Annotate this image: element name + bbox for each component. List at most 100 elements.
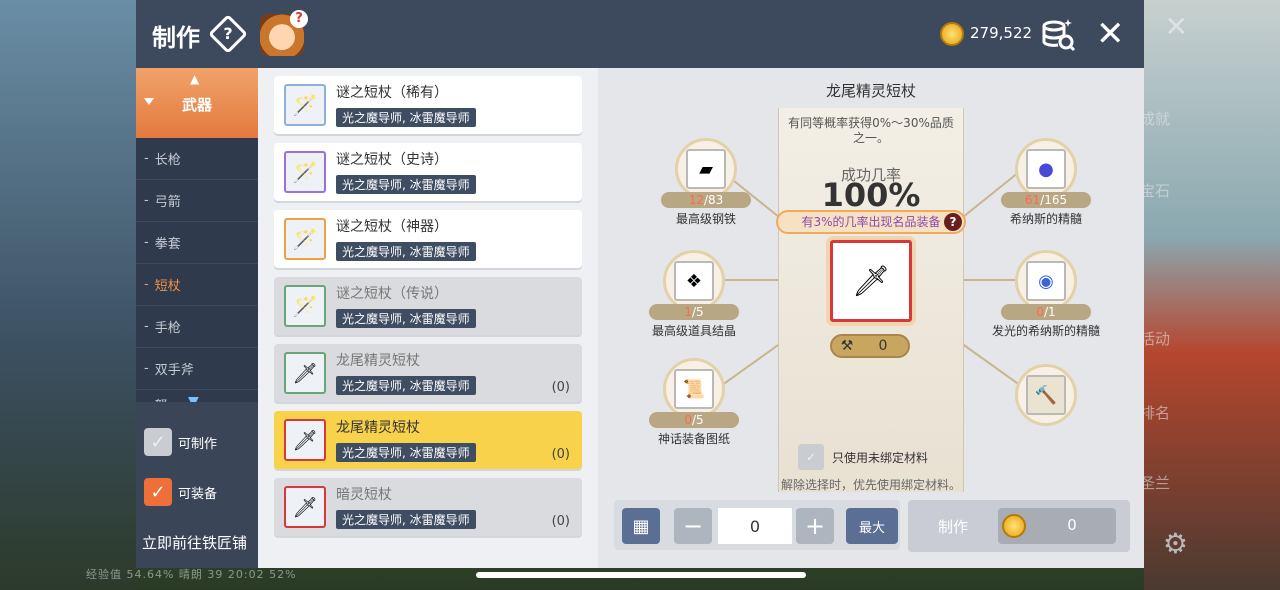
recipe-row-selected[interactable]: 🗡 龙尾精灵短杖 光之魔导师, 冰雷魔导师 (0) <box>274 411 582 469</box>
recipe-name: 龙尾精灵短杖 <box>336 420 420 436</box>
calculator-icon[interactable]: ▦ <box>622 508 660 544</box>
dragon-tail-wand-icon: 🗡 <box>284 419 326 461</box>
dragon-tail-wand-icon: 🗡 <box>284 352 326 394</box>
material-have: 0 <box>684 413 692 427</box>
probability-note: 有同等概率获得0%～30%品质之一。 <box>788 116 954 145</box>
category-sidebar: ▲ 武器 -长枪 -弓箭 -拳套 -短杖 -手枪 -双手斧 -弩 ▼ ✓ 可制作… <box>136 68 258 568</box>
material-have: 12 <box>688 193 704 207</box>
unbound-note: 解除选择时，优先使用绑定材料。 <box>780 478 961 492</box>
mystery-wand-icon: 🪄 <box>284 84 326 126</box>
expand-triangle-icon <box>144 98 154 105</box>
material-name: 神话装备图纸 <box>657 432 730 446</box>
result-item-dragon-wand-icon[interactable]: 🗡 <box>830 240 912 322</box>
meso-coin-icon <box>940 22 964 46</box>
dark-wand-icon: 🗡 <box>284 486 326 528</box>
side-hint-event: 活动 <box>1140 330 1171 348</box>
recipe-count: (0) <box>551 447 570 462</box>
checkbox-checked-icon[interactable]: ✓ <box>144 428 172 456</box>
material-name: 最高级钢铁 <box>675 212 736 226</box>
recipe-name: 谜之短杖（神器） <box>336 219 448 235</box>
cygnus-essence-icon: ● <box>1026 149 1066 189</box>
crafting-dialog: 制作 ? ? 279,522 ✕ ▲ 武器 - 长枪 - 弓箭 - 拳套 - 短杖 -手… <box>136 0 1144 568</box>
category-item-gun[interactable]: - 手枪 <box>136 306 258 348</box>
only-unbound-toggle[interactable]: ✓ 只使用未绑定材料 <box>798 444 928 470</box>
only-unbound-label: 只使用未绑定材料 <box>832 450 929 465</box>
craft-cost: 0 <box>998 508 1116 544</box>
recipe-count: (0) <box>551 380 570 395</box>
recipe-job-tag: 光之魔导师, 冰雷魔导师 <box>336 510 476 529</box>
checkbox-checked-icon[interactable]: ✓ <box>798 444 824 470</box>
category-item-label: 拳套 <box>154 237 181 252</box>
hammer-icon: ⚒ <box>840 338 854 354</box>
checkbox-checked-icon[interactable]: ✓ <box>144 478 172 506</box>
category-item-bow[interactable]: - 弓箭 <box>136 180 258 222</box>
recipe-job-tag: 光之魔导师, 冰雷魔导师 <box>336 175 476 194</box>
shining-cygnus-essence-icon: ◉ <box>1026 261 1066 301</box>
material-have: 0 <box>1036 305 1044 319</box>
category-item-label: 短杖 <box>154 279 181 294</box>
side-hint-rank: 排名 <box>1140 404 1171 422</box>
side-hint-saint: 圣兰 <box>1140 474 1171 492</box>
goto-smith-button[interactable]: 立即前往铁匠铺 <box>142 532 247 553</box>
background-close-icon: ✕ <box>1164 10 1188 43</box>
steel-ingot-icon: ▰ <box>686 149 726 189</box>
hammer-slot[interactable]: 🔨 <box>986 364 1106 426</box>
recipe-row[interactable]: 🪄 谜之短杖（稀有） 光之魔导师, 冰雷魔导师 <box>274 76 582 134</box>
category-group-weapon[interactable]: ▲ 武器 <box>136 68 258 138</box>
meso-amount: 279,522 <box>970 24 1033 42</box>
material-slot[interactable]: ❖ 1/5 最高级道具结晶 <box>634 250 754 339</box>
famous-gear-note: 有3%的几率出现名品装备 ? <box>776 210 966 234</box>
category-item-label: 手枪 <box>154 321 181 336</box>
decrement-button[interactable]: − <box>674 508 712 544</box>
recipe-row[interactable]: 🪄 谜之短杖（传说） 光之魔导师, 冰雷魔导师 <box>274 277 582 335</box>
coin-search-icon[interactable] <box>1040 16 1076 52</box>
material-name: 希纳斯的精髓 <box>1009 212 1082 226</box>
recipe-job-tag: 光之魔导师, 冰雷魔导师 <box>336 309 476 328</box>
material-have: 1 <box>684 305 692 319</box>
home-indicator[interactable] <box>476 572 806 578</box>
material-need: /5 <box>691 413 704 427</box>
recipe-row[interactable]: 🗡 龙尾精灵短杖 光之魔导师, 冰雷魔导师 (0) <box>274 344 582 402</box>
settings-gear-icon[interactable]: ⚙ <box>1163 527 1188 560</box>
material-slot[interactable]: ▰ 12/83 最高级钢铁 <box>646 138 766 227</box>
recipe-job-tag: 光之魔导师, 冰雷魔导师 <box>336 242 476 261</box>
mystery-wand-icon: 🪄 <box>284 218 326 260</box>
guide-avatar-icon[interactable]: ? <box>260 10 308 56</box>
craft-label: 制作 <box>938 518 969 536</box>
material-slot[interactable]: ◉ 0/1 发光的希纳斯的精髓 <box>966 250 1126 339</box>
success-rate-value: 100% <box>821 176 921 214</box>
filter-craftable[interactable]: ✓ 可制作 <box>144 428 217 456</box>
increment-button[interactable]: + <box>796 508 834 544</box>
category-item-label: 双手斧 <box>154 363 194 378</box>
scroll-up-icon[interactable]: ▲ <box>190 72 199 86</box>
recipe-name: 龙尾精灵短杖 <box>336 353 420 369</box>
material-name: 最高级道具结晶 <box>651 324 736 338</box>
famous-gear-text: 有3%的几率出现名品装备 <box>801 215 941 229</box>
category-item-wand[interactable]: - 短杖 <box>136 264 258 306</box>
quantity-input[interactable] <box>718 508 792 544</box>
meso-coin-icon <box>1002 514 1026 538</box>
category-item-claw[interactable]: - 拳套 <box>136 222 258 264</box>
recipe-row[interactable]: 🪄 谜之短杖（神器） 光之魔导师, 冰雷魔导师 <box>274 210 582 268</box>
mystery-wand-icon: 🪄 <box>284 285 326 327</box>
material-slot[interactable]: 📜 0/5 神话装备图纸 <box>634 358 754 447</box>
material-need: /83 <box>703 193 724 207</box>
filter-equippable[interactable]: ✓ 可装备 <box>144 478 217 506</box>
recipe-row[interactable]: 🪄 谜之短杖（史诗） 光之魔导师, 冰雷魔导师 <box>274 143 582 201</box>
category-item-spear[interactable]: - 长枪 <box>136 138 258 180</box>
material-slot[interactable]: ● 61/165 希纳斯的精髓 <box>986 138 1106 227</box>
game-scene-left <box>0 0 136 590</box>
recipe-name: 谜之短杖（传说） <box>336 286 448 302</box>
famous-help-icon[interactable]: ? <box>944 213 962 231</box>
filter-craftable-label: 可制作 <box>178 436 218 452</box>
craft-button[interactable]: 制作 0 <box>908 500 1130 552</box>
max-button[interactable]: 最大 <box>846 508 898 544</box>
dialog-title: 制作 <box>152 24 200 52</box>
recipe-row[interactable]: 🗡 暗灵短杖 光之魔导师, 冰雷魔导师 (0) <box>274 478 582 536</box>
recipe-count: (0) <box>551 514 570 529</box>
material-have: 61 <box>1024 193 1041 207</box>
recipe-name: 暗灵短杖 <box>336 487 392 503</box>
close-icon[interactable]: ✕ <box>1096 14 1125 54</box>
category-item-two-handed-axe[interactable]: - 双手斧 <box>136 348 258 390</box>
help-icon[interactable]: ? <box>208 14 248 54</box>
